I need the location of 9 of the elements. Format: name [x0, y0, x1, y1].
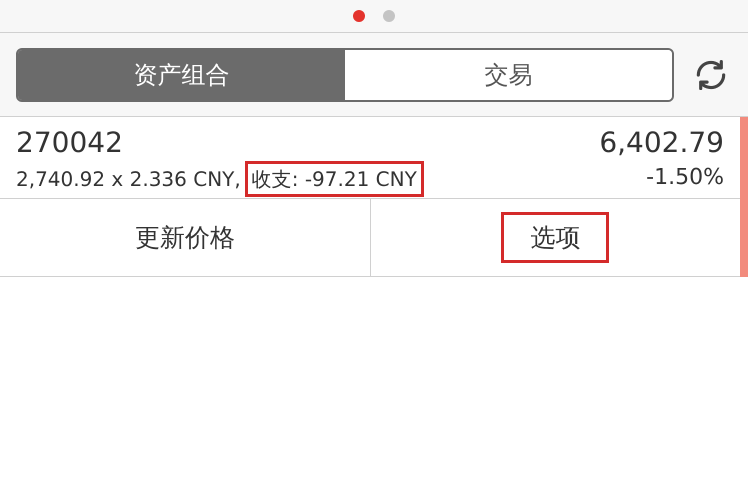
segment-tab[interactable]: 交易 — [345, 50, 672, 100]
fund-code: 270042 — [16, 125, 124, 161]
action-button[interactable]: 选项 — [501, 212, 610, 264]
change-percent: -1.50% — [646, 164, 724, 192]
holding-detail: 2,740.92 x 2.336 CNY, — [16, 166, 241, 193]
segment-tab[interactable]: 资产组合 — [18, 50, 345, 100]
holding-value: 6,402.79 — [599, 125, 724, 161]
profit-loss: 收支: -97.21 CNY — [244, 161, 424, 197]
action-button[interactable]: 更新价格 — [106, 212, 264, 264]
